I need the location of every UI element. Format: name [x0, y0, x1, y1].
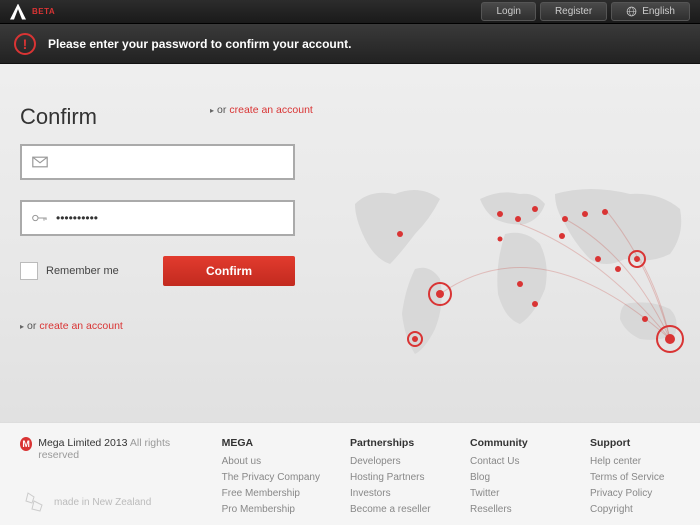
footer-link[interactable]: Privacy Policy [590, 488, 680, 499]
globe-icon [626, 6, 637, 17]
create-account-link-bottom[interactable]: create an account [39, 320, 122, 332]
footer-link[interactable]: Copyright [590, 504, 680, 515]
made-in-text: made in New Zealand [54, 497, 151, 508]
top-create-link-row: ▸ or create an account [210, 104, 313, 116]
password-field[interactable] [56, 211, 283, 225]
confirm-form: Confirm ▸ or create an account Remember … [20, 104, 320, 332]
triangle-icon: ▸ [210, 106, 214, 115]
footer-link[interactable]: Investors [350, 488, 440, 499]
alert-bar: ! Please enter your password to confirm … [0, 24, 700, 64]
email-field[interactable] [56, 155, 283, 169]
main-content: Confirm ▸ or create an account Remember … [0, 64, 700, 397]
login-button[interactable]: Login [481, 2, 535, 21]
footer-col-community: Community Contact Us Blog Twitter Resell… [470, 437, 560, 515]
footer-link[interactable]: Become a reseller [350, 504, 440, 515]
alert-icon: ! [14, 33, 36, 55]
footer-link[interactable]: Free Membership [222, 488, 320, 499]
header-actions: Login Register English [481, 2, 690, 21]
create-account-link-top[interactable]: create an account [229, 104, 312, 116]
footer-col-title: Support [590, 437, 680, 449]
beta-badge: BETA [32, 7, 55, 16]
footer-link[interactable]: Developers [350, 456, 440, 467]
form-actions-row: Remember me Confirm [20, 256, 295, 286]
copyright-text: Mega Limited 2013 All rights reserved [38, 437, 191, 461]
language-button[interactable]: English [611, 2, 690, 21]
made-in-nz: made in New Zealand [20, 491, 151, 513]
triangle-icon: ▸ [20, 322, 24, 331]
language-label: English [642, 6, 675, 17]
remember-label: Remember me [46, 265, 119, 277]
register-button[interactable]: Register [540, 2, 607, 21]
top-header: BETA Login Register English [0, 0, 700, 24]
footer-link[interactable]: Resellers [470, 504, 560, 515]
footer-link[interactable]: Help center [590, 456, 680, 467]
key-icon [32, 212, 48, 224]
remember-checkbox[interactable] [20, 262, 38, 280]
footer-col-title: MEGA [222, 437, 320, 449]
alert-text: Please enter your password to confirm yo… [48, 37, 351, 51]
password-input-wrap[interactable] [20, 200, 295, 236]
or-text: or [217, 104, 226, 116]
mega-badge-icon: M [20, 437, 32, 451]
email-input-wrap[interactable] [20, 144, 295, 180]
footer-col-title: Partnerships [350, 437, 440, 449]
company-name: Mega Limited 2013 [38, 437, 127, 449]
logo-icon [10, 4, 26, 20]
remember-me[interactable]: Remember me [20, 262, 119, 280]
footer-link[interactable]: Pro Membership [222, 504, 320, 515]
footer-col-title: Community [470, 437, 560, 449]
footer-col-mega: MEGA About us The Privacy Company Free M… [222, 437, 320, 515]
footer-col-partnerships: Partnerships Developers Hosting Partners… [350, 437, 440, 515]
footer-link[interactable]: Contact Us [470, 456, 560, 467]
nz-map-icon [20, 491, 48, 513]
footer-link[interactable]: About us [222, 456, 320, 467]
footer-link[interactable]: The Privacy Company [222, 472, 320, 483]
footer-link[interactable]: Blog [470, 472, 560, 483]
bottom-create-link-row: ▸ or create an account [20, 320, 320, 332]
footer-col-support: Support Help center Terms of Service Pri… [590, 437, 680, 515]
or-text-bottom: or [27, 320, 36, 332]
footer-link[interactable]: Twitter [470, 488, 560, 499]
confirm-button[interactable]: Confirm [163, 256, 295, 286]
footer-link[interactable]: Terms of Service [590, 472, 680, 483]
footer-link[interactable]: Hosting Partners [350, 472, 440, 483]
logo-area: BETA [10, 4, 55, 20]
world-map [340, 164, 700, 384]
envelope-icon [32, 156, 48, 168]
